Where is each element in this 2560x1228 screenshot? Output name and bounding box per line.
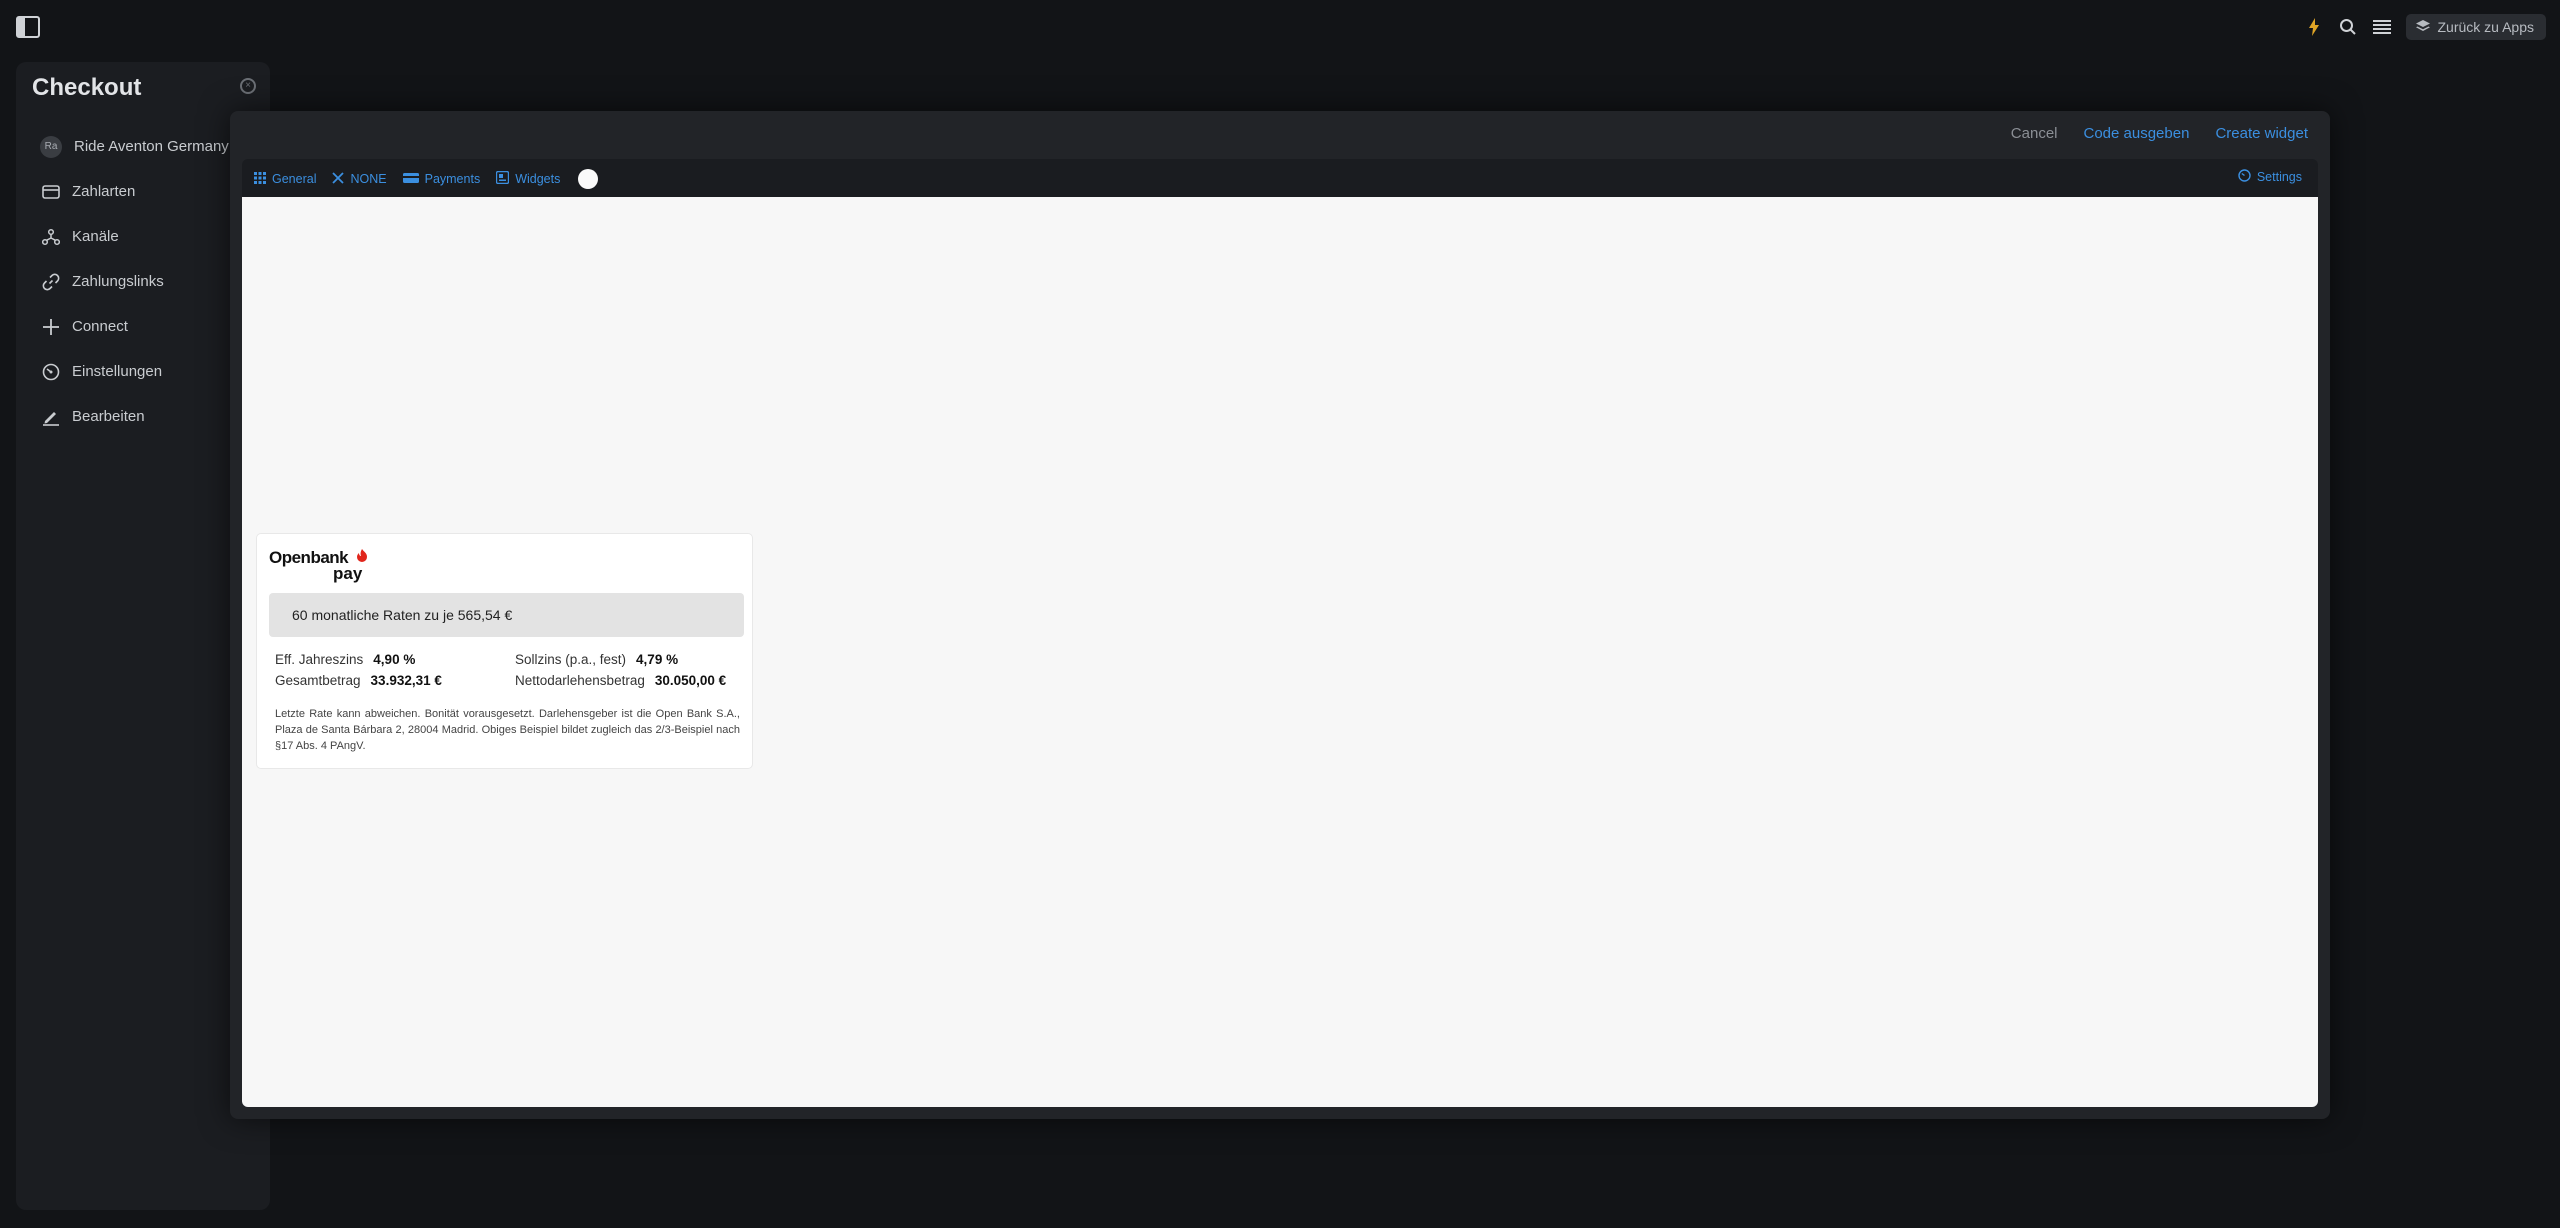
eff-rate-value: 4,90 %	[373, 652, 416, 667]
code-export-button[interactable]: Code ausgeben	[2084, 125, 2190, 142]
toolbar-widgets-label: Widgets	[515, 172, 561, 186]
total-amount-label: Gesamtbetrag	[275, 673, 361, 688]
total-amount-cell: Gesamtbetrag 33.932,31 €	[275, 673, 515, 688]
avatar: Ra	[40, 135, 62, 158]
back-to-apps-button[interactable]: Zurück zu Apps	[2405, 14, 2546, 40]
loan-details: Eff. Jahreszins 4,90 % Sollzins (p.a., f…	[275, 649, 755, 691]
toolbar-none-button[interactable]: NONE	[332, 171, 387, 187]
modal-actions: Cancel Code ausgeben Create widget	[2011, 125, 2308, 142]
nav-item-label: Zahlarten	[72, 183, 136, 200]
net-loan-label: Nettodarlehensbetrag	[515, 673, 645, 688]
toolbar-left: General NONE Payments Widgets	[254, 169, 599, 189]
toolbar-payments-button[interactable]: Payments	[402, 172, 481, 187]
layers-icon	[2415, 19, 2430, 35]
nav-item-label: Bearbeiten	[72, 408, 145, 425]
close-icon[interactable]: ×	[240, 78, 256, 94]
soll-rate-label: Sollzins (p.a., fest)	[515, 652, 627, 667]
total-amount-value: 33.932,31 €	[370, 673, 442, 688]
toolbar-payments-label: Payments	[424, 172, 481, 186]
search-icon[interactable]	[2338, 17, 2358, 37]
gauge-icon	[42, 363, 60, 381]
menu-icon[interactable]	[2372, 17, 2392, 37]
link-icon	[42, 273, 60, 291]
gauge-icon	[2238, 169, 2251, 185]
widget-editor-modal: Cancel Code ausgeben Create widget Gener…	[230, 111, 2330, 1119]
payment-card-icon	[402, 172, 419, 187]
create-widget-button[interactable]: Create widget	[2215, 125, 2308, 142]
openbank-pay-logo: Openbank pay	[269, 548, 379, 584]
net-loan-value: 30.050,00 €	[654, 673, 727, 688]
top-actions: Zurück zu Apps	[2304, 14, 2546, 40]
toolbar-general-label: General	[272, 172, 317, 186]
toolbar-general-button[interactable]: General	[254, 171, 317, 187]
cancel-button[interactable]: Cancel	[2011, 125, 2058, 142]
top-bar: Zurück zu Apps	[0, 0, 2560, 56]
editor-toolbar: General NONE Payments Widgets Settings	[242, 159, 2318, 197]
lightning-icon[interactable]	[2304, 17, 2324, 37]
pen-icon	[42, 408, 60, 426]
back-to-apps-label: Zurück zu Apps	[2437, 19, 2535, 35]
widget-icon	[496, 170, 510, 187]
soll-rate-cell: Sollzins (p.a., fest) 4,79 %	[515, 652, 755, 667]
toolbar-widgets-button[interactable]: Widgets	[496, 170, 561, 187]
panel-title: Checkout	[32, 74, 142, 101]
sidebar-toggle-icon[interactable]	[16, 16, 40, 38]
openbank-pay-widget[interactable]: Openbank pay 60 monatliche Raten zu je 5…	[256, 533, 753, 769]
toolbar-none-label: NONE	[350, 172, 387, 186]
flame-icon	[355, 549, 369, 568]
net-loan-cell: Nettodarlehensbetrag 30.050,00 €	[515, 673, 755, 688]
grid-icon	[254, 171, 266, 187]
nav-item-label: Einstellungen	[72, 363, 163, 380]
plus-icon	[42, 318, 60, 336]
network-icon	[42, 228, 60, 246]
close-icon	[332, 171, 345, 187]
toolbar-settings-button[interactable]: Settings	[2238, 169, 2302, 185]
legal-notice: Letzte Rate kann abweichen. Bonität vora…	[275, 708, 740, 752]
nav-item-label: Kanäle	[72, 228, 119, 245]
toolbar-settings-label: Settings	[2256, 170, 2302, 184]
details-row: Gesamtbetrag 33.932,31 € Nettodarlehensb…	[275, 670, 755, 691]
nav-item-label: Zahlungslinks	[72, 273, 164, 290]
nav-item-label: Connect	[72, 318, 128, 335]
color-swatch[interactable]	[578, 169, 599, 189]
credit-card-icon	[42, 183, 60, 201]
eff-rate-label: Eff. Jahreszins	[275, 652, 364, 667]
eff-rate-cell: Eff. Jahreszins 4,90 %	[275, 652, 515, 667]
soll-rate-value: 4,79 %	[636, 652, 679, 667]
details-row: Eff. Jahreszins 4,90 % Sollzins (p.a., f…	[275, 649, 755, 670]
nav-item-label: Ride Aventon Germany G	[74, 138, 245, 155]
installment-box: 60 monatliche Raten zu je 565,54 €	[269, 593, 744, 637]
preview-canvas: Openbank pay 60 monatliche Raten zu je 5…	[242, 197, 2318, 1107]
